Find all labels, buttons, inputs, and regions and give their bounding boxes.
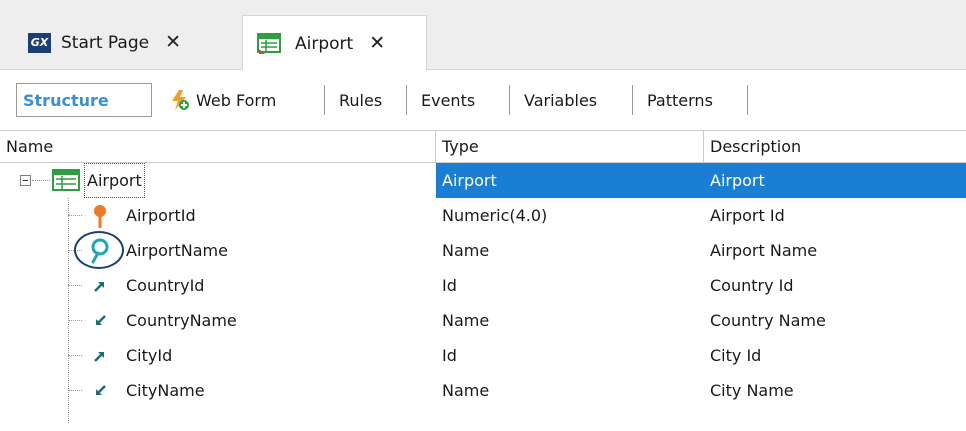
table-row-cityname[interactable]: CityName Name City Name xyxy=(0,373,966,408)
row-description: Airport xyxy=(704,163,966,198)
column-header-name[interactable]: Name xyxy=(0,131,436,162)
tree-connector xyxy=(68,285,82,286)
row-type: Name xyxy=(442,381,490,400)
row-type: Airport xyxy=(436,163,704,198)
tree-connector xyxy=(68,215,82,216)
tree-guide-line xyxy=(68,198,69,423)
structure-grid: Name Type Description Airport Airport Ai… xyxy=(0,130,966,431)
table-row-airport[interactable]: Airport Airport Airport xyxy=(0,163,966,198)
tab-web-form[interactable]: Web Form xyxy=(162,83,318,117)
row-type: Name xyxy=(442,241,490,260)
tree-connector xyxy=(68,355,82,356)
transaction-icon xyxy=(257,32,281,55)
lightning-icon xyxy=(168,89,190,111)
table-row-countryid[interactable]: CountryId Id Country Id xyxy=(0,268,966,303)
row-name: AirportId xyxy=(126,206,196,225)
table-row-cityid[interactable]: CityId Id City Id xyxy=(0,338,966,373)
table-row-airportname[interactable]: AirportName Name Airport Name xyxy=(0,233,966,268)
grid-header: Name Type Description xyxy=(0,130,966,163)
transaction-icon xyxy=(52,169,80,191)
row-type: Name xyxy=(442,311,490,330)
close-icon[interactable]: ✕ xyxy=(165,33,181,52)
tab-separator xyxy=(632,85,633,115)
foreign-key-icon xyxy=(88,268,112,303)
tree-connector xyxy=(68,320,82,321)
row-name: AirportName xyxy=(126,241,228,260)
foreign-key-icon xyxy=(88,338,112,373)
row-name: CityName xyxy=(126,381,205,400)
row-name: CountryId xyxy=(126,276,205,295)
tab-separator xyxy=(747,85,748,115)
tree-connector xyxy=(68,250,82,251)
tab-separator xyxy=(509,85,510,115)
row-description: Airport Id xyxy=(710,206,785,225)
tab-separator xyxy=(406,85,407,115)
inferred-attribute-icon xyxy=(88,303,112,338)
tab-airport[interactable]: Airport ✕ xyxy=(242,15,427,71)
tab-patterns[interactable]: Patterns xyxy=(641,83,735,117)
tab-rules[interactable]: Rules xyxy=(333,83,391,117)
tab-start-page[interactable]: GX Start Page ✕ xyxy=(14,15,242,70)
row-description: Airport Name xyxy=(710,241,818,260)
table-row-countryname[interactable]: CountryName Name Country Name xyxy=(0,303,966,338)
row-description: Country Name xyxy=(710,311,826,330)
tree-connector xyxy=(68,390,82,391)
tree-connector xyxy=(32,180,50,181)
description-attribute-icon xyxy=(88,233,112,268)
tab-label: Start Page xyxy=(61,32,150,53)
document-tab-strip: GX Start Page ✕ Airport ✕ xyxy=(0,0,966,71)
tab-structure[interactable]: Structure xyxy=(16,83,152,117)
genexus-logo-icon: GX xyxy=(28,32,51,53)
table-row-airportid[interactable]: AirportId Numeric(4.0) Airport Id xyxy=(0,198,966,233)
close-icon[interactable]: ✕ xyxy=(369,34,385,53)
collapse-toggle[interactable] xyxy=(20,175,31,186)
tab-separator xyxy=(324,85,325,115)
row-type: Numeric(4.0) xyxy=(442,206,548,225)
primary-key-icon xyxy=(88,198,112,233)
inferred-attribute-icon xyxy=(88,373,112,408)
row-name: CityId xyxy=(126,346,173,365)
row-description: City Name xyxy=(710,381,794,400)
tab-events[interactable]: Events xyxy=(415,83,499,117)
column-header-type[interactable]: Type xyxy=(436,131,704,162)
row-description: Country Id xyxy=(710,276,794,295)
row-type: Id xyxy=(442,276,457,295)
row-description: City Id xyxy=(710,346,762,365)
object-editor-tabs: Structure Web Form Rules Events Variable… xyxy=(0,70,966,130)
tab-variables[interactable]: Variables xyxy=(518,83,622,117)
column-header-description[interactable]: Description xyxy=(704,131,966,162)
row-name: CountryName xyxy=(126,311,237,330)
row-type: Id xyxy=(442,346,457,365)
row-name: Airport xyxy=(84,163,145,198)
tab-label: Airport xyxy=(295,33,354,54)
